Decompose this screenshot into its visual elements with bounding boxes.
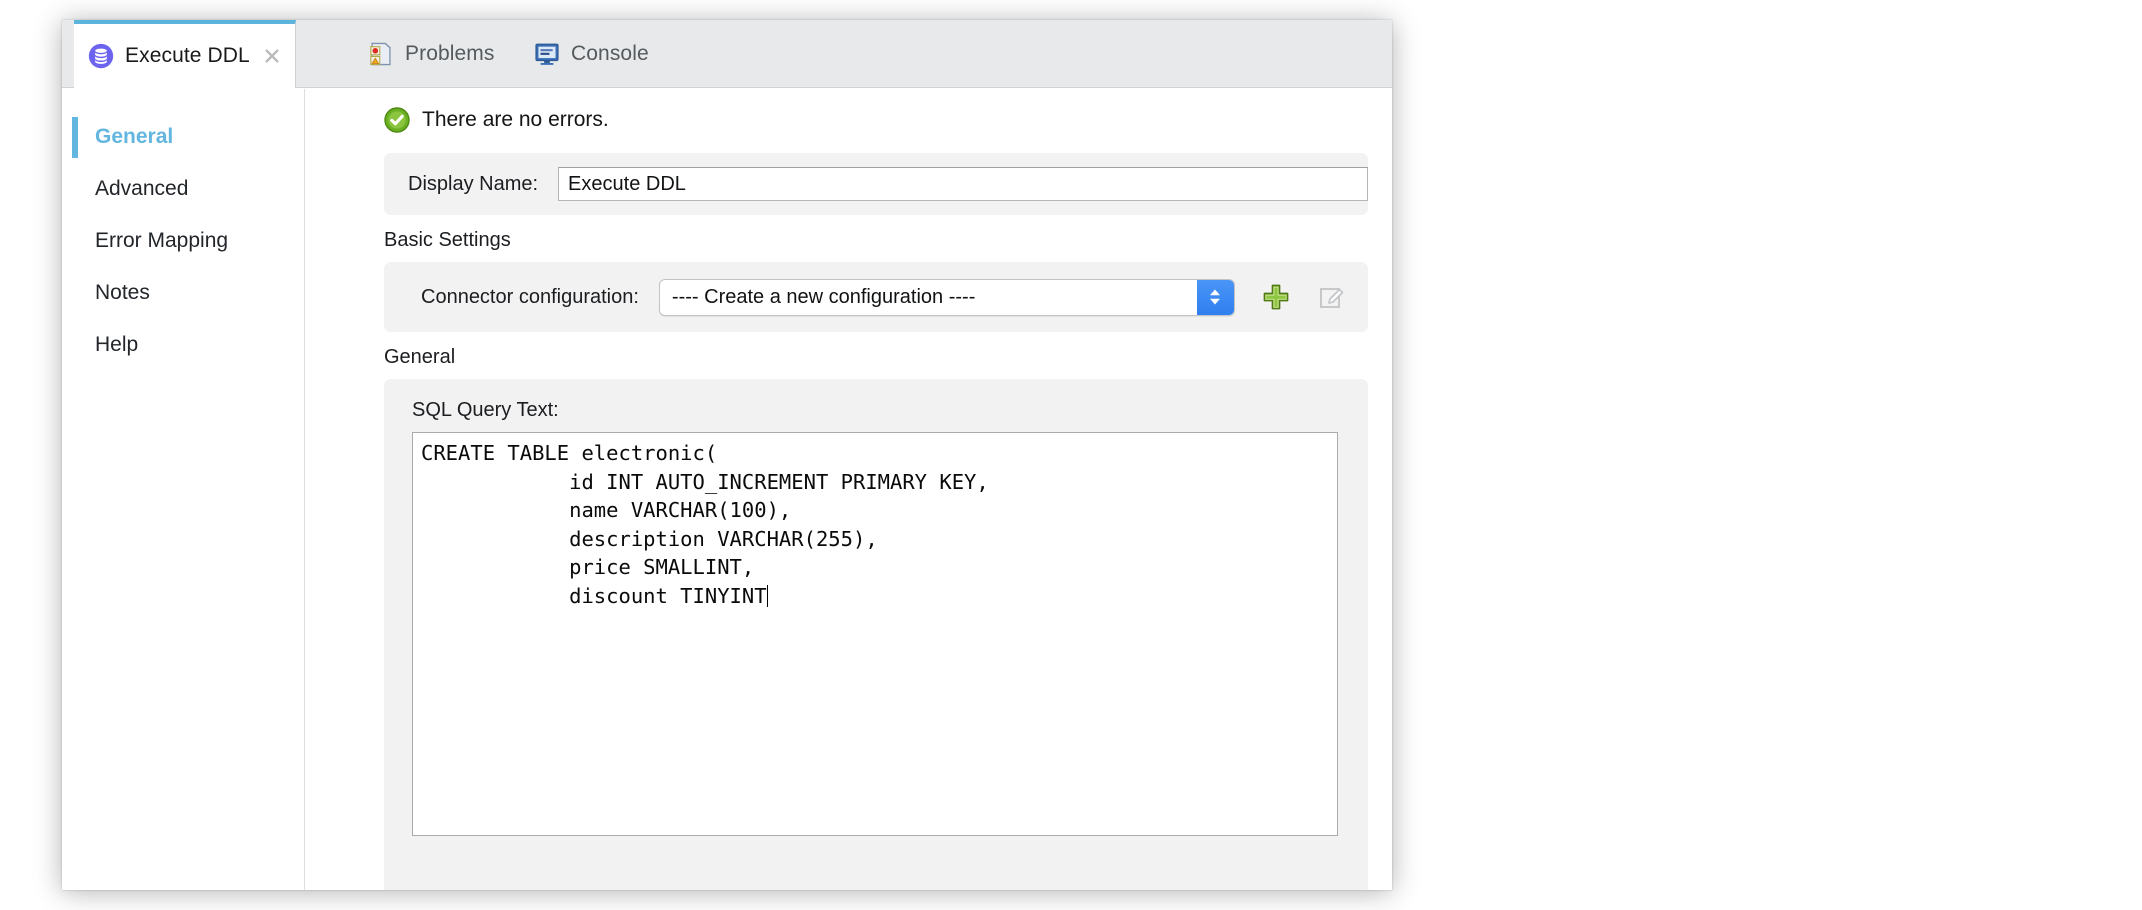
sidebar-item-help[interactable]: Help [62, 319, 304, 371]
display-name-value: Execute DDL [568, 172, 686, 195]
general-group: SQL Query Text: CREATE TABLE electronic(… [384, 379, 1368, 890]
sidebar-item-general[interactable]: General [62, 111, 304, 163]
general-section-title: General [384, 346, 456, 368]
tab-console[interactable]: Console [524, 20, 659, 88]
sql-query-value: CREATE TABLE electronic( id INT AUTO_INC… [421, 441, 989, 608]
display-name-group: Display Name: Execute DDL [384, 153, 1368, 215]
connector-config-label: Connector configuration: [421, 285, 639, 308]
connector-config-group: Connector configuration: ---- Create a n… [384, 262, 1368, 332]
connector-config-select[interactable]: ---- Create a new configuration ---- [658, 278, 1235, 316]
settings-sidebar: General Advanced Error Mapping Notes Hel… [62, 89, 305, 890]
tab-label: Console [571, 42, 649, 65]
screen: Execute DDL Problems Console General Adv… [0, 0, 2142, 910]
tab-problems[interactable]: Problems [358, 20, 505, 88]
sql-query-textarea[interactable]: CREATE TABLE electronic( id INT AUTO_INC… [412, 432, 1338, 836]
console-icon [535, 43, 559, 65]
status-banner: There are no errors. [306, 89, 1392, 151]
tab-strip: Execute DDL Problems Console [62, 20, 1392, 88]
sidebar-item-label: Advanced [95, 177, 189, 200]
basic-settings-title: Basic Settings [384, 229, 511, 251]
settings-content: There are no errors. Display Name: Execu… [306, 89, 1392, 890]
sidebar-item-advanced[interactable]: Advanced [62, 163, 304, 215]
sidebar-item-label: Error Mapping [95, 229, 229, 252]
close-icon[interactable] [263, 47, 281, 65]
problems-icon [370, 42, 391, 66]
sidebar-item-notes[interactable]: Notes [62, 267, 304, 319]
connector-config-selected-value: ---- Create a new configuration ---- [671, 285, 976, 308]
chevron-updown-icon[interactable] [1196, 279, 1234, 315]
sidebar-item-error-mapping[interactable]: Error Mapping [62, 215, 304, 267]
add-configuration-button[interactable] [1261, 282, 1291, 312]
sidebar-item-label: General [95, 125, 174, 148]
tab-label: Execute DDL [125, 44, 250, 67]
edit-configuration-button[interactable] [1317, 282, 1347, 312]
execute-ddl-window: Execute DDL Problems Console General Adv… [62, 20, 1392, 890]
sidebar-item-label: Notes [95, 281, 150, 304]
display-name-label: Display Name: [408, 172, 539, 195]
sidebar-item-label: Help [95, 333, 139, 356]
text-caret [766, 584, 769, 607]
sql-query-label: SQL Query Text: [412, 399, 559, 421]
status-text: There are no errors. [422, 108, 609, 131]
display-name-input[interactable]: Execute DDL [558, 167, 1368, 201]
tab-label: Problems [405, 42, 495, 65]
database-icon [88, 43, 114, 69]
tab-execute-ddl[interactable]: Execute DDL [74, 20, 296, 88]
success-check-icon [384, 107, 410, 133]
